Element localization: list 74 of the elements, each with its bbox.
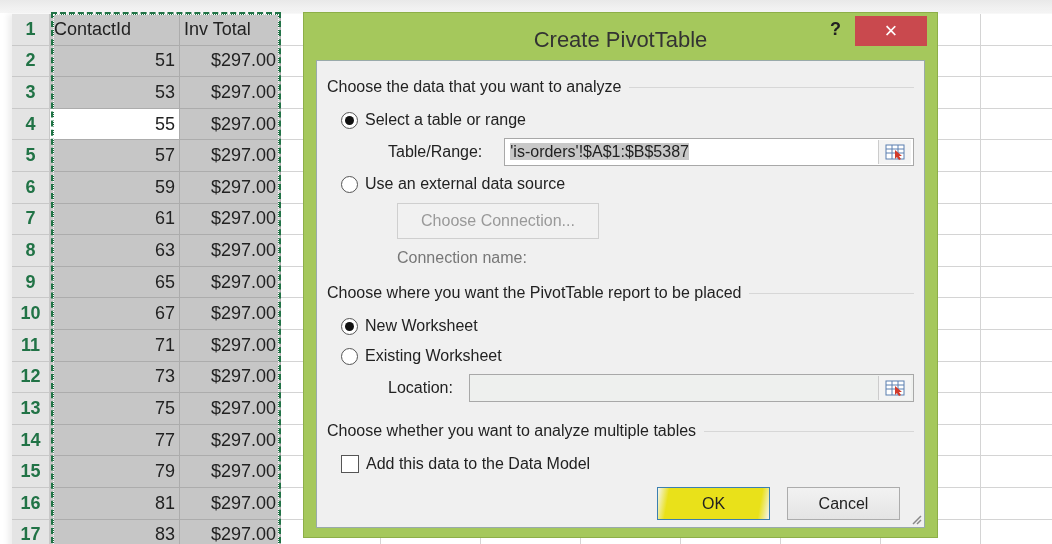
- table-cell: $297.00: [180, 456, 281, 488]
- table-cell: 63: [50, 235, 180, 267]
- section-heading: Choose where you want the PivotTable report to be placed: [327, 284, 742, 302]
- checkbox-label[interactable]: Add this data to the Data Model: [366, 455, 591, 473]
- radio-label[interactable]: Existing Worksheet: [365, 347, 502, 365]
- checkbox[interactable]: [341, 455, 359, 473]
- range-picker-icon[interactable]: [878, 140, 911, 164]
- table-cell: 81: [50, 487, 180, 520]
- table-cell: $297.00: [180, 361, 281, 394]
- table-cell: $297.00: [180, 298, 281, 330]
- row-header[interactable]: 10: [12, 298, 50, 330]
- row-header[interactable]: 2: [12, 45, 50, 78]
- table-cell: 53: [50, 77, 180, 109]
- field-label: Table/Range:: [388, 143, 483, 161]
- table-cell: $297.00: [180, 108, 281, 141]
- table-cell: 77: [50, 424, 180, 457]
- row-header[interactable]: 17: [12, 519, 50, 544]
- radio-button[interactable]: [341, 111, 358, 129]
- table-cell: 71: [50, 329, 180, 362]
- radio-button[interactable]: [341, 175, 358, 193]
- row-header[interactable]: 14: [12, 424, 50, 457]
- table-cell: $297.00: [180, 424, 281, 457]
- table-cell: $297.00: [180, 140, 281, 172]
- column-heading-cell: ContactId: [50, 14, 180, 46]
- table-cell: 79: [50, 456, 180, 488]
- row-header[interactable]: 6: [12, 171, 50, 204]
- table-cell: $297.00: [180, 487, 281, 520]
- table-cell: $297.00: [180, 329, 281, 362]
- table-cell: 65: [50, 266, 180, 299]
- table-cell: $297.00: [180, 235, 281, 267]
- dialog-button[interactable]: OK: [657, 487, 770, 520]
- row-header[interactable]: 5: [12, 140, 50, 172]
- radio-label[interactable]: Use an external data source: [365, 175, 566, 193]
- row-header[interactable]: 13: [12, 393, 50, 425]
- table-cell: 51: [50, 45, 180, 78]
- field-label: Location:: [388, 379, 453, 397]
- table-cell: 83: [50, 519, 180, 544]
- radio-button[interactable]: [341, 347, 358, 365]
- section-heading: Choose whether you want to analyze multiple tables: [327, 422, 697, 440]
- table-cell: $297.00: [180, 203, 281, 236]
- row-header[interactable]: 7: [12, 203, 50, 236]
- radio-button[interactable]: [341, 317, 358, 335]
- table-cell: 73: [50, 361, 180, 394]
- row-header[interactable]: 15: [12, 456, 50, 488]
- table-cell: $297.00: [180, 266, 281, 299]
- radio-label[interactable]: New Worksheet: [365, 317, 478, 335]
- row-header[interactable]: 8: [12, 235, 50, 267]
- help-button[interactable]: ?: [826, 19, 845, 40]
- table-cell: $297.00: [180, 393, 281, 425]
- column-heading-cell: Inv Total: [180, 14, 281, 46]
- connection-name-label: Connection name:: [397, 249, 528, 268]
- radio-label[interactable]: Select a table or range: [365, 111, 526, 129]
- dialog-button[interactable]: Cancel: [787, 487, 900, 520]
- table-cell: $297.00: [180, 45, 281, 78]
- row-header[interactable]: 9: [12, 266, 50, 299]
- row-header[interactable]: 3: [12, 77, 50, 109]
- table-cell: $297.00: [180, 171, 281, 204]
- row-header[interactable]: 16: [12, 487, 50, 520]
- table-cell: 59: [50, 171, 180, 204]
- table-cell: 75: [50, 393, 180, 425]
- table-cell: 57: [50, 140, 180, 172]
- dialog-title: Create PivotTable: [533, 25, 708, 53]
- table-cell: 55: [50, 108, 180, 141]
- row-header[interactable]: 11: [12, 329, 50, 362]
- table-cell: 61: [50, 203, 180, 236]
- table-cell: 67: [50, 298, 180, 330]
- close-button[interactable]: ×: [855, 16, 927, 46]
- row-header[interactable]: 12: [12, 361, 50, 394]
- row-header[interactable]: 1: [12, 14, 50, 46]
- section-heading: Choose the data that you want to analyze: [327, 78, 622, 96]
- row-header[interactable]: 4: [12, 108, 50, 141]
- table-cell: $297.00: [180, 77, 281, 109]
- input-field[interactable]: 'is-orders'!$A$1:$B$5387: [504, 138, 914, 166]
- resize-grip-icon[interactable]: [910, 513, 922, 525]
